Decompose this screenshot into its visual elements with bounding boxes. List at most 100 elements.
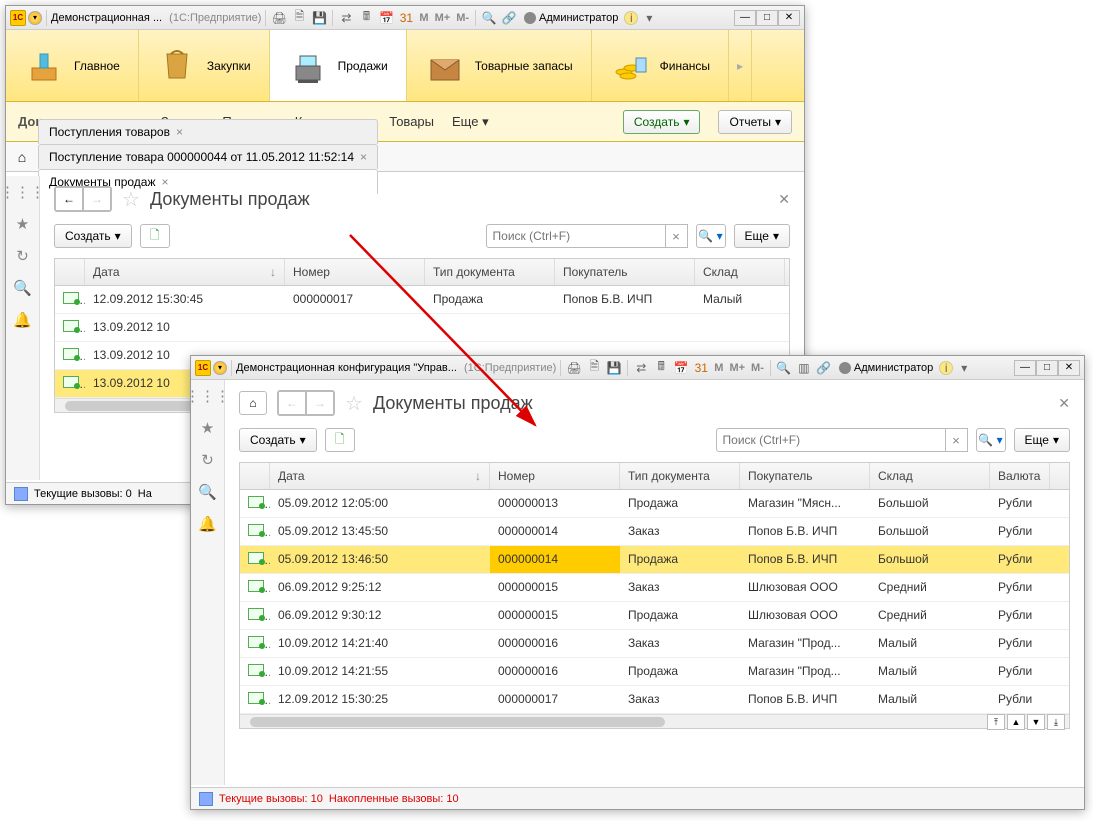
minimize-button[interactable]: — <box>1014 360 1036 376</box>
nav-more-icon[interactable]: ▸ <box>729 30 752 101</box>
apps-icon[interactable]: ⋮⋮⋮ <box>198 386 218 406</box>
calc-icon[interactable]: 🖩 <box>652 359 670 377</box>
tab-close-icon[interactable]: × <box>360 150 367 164</box>
table-row[interactable]: 12.09.2012 15:30:25000000017ЗаказПопов Б… <box>240 686 1069 714</box>
clear-search-button[interactable]: × <box>946 428 968 452</box>
goto-down-button[interactable]: ▼ <box>1027 714 1045 730</box>
subnav-link[interactable]: Еще <box>452 114 489 129</box>
goto-up-button[interactable]: ▲ <box>1007 714 1025 730</box>
mplus-button[interactable]: M+ <box>433 12 453 24</box>
tab[interactable]: Поступления товаров× <box>38 119 378 144</box>
table-row[interactable]: 13.09.2012 10 <box>55 314 789 342</box>
preview-icon[interactable]: 🗎 <box>290 9 308 27</box>
goto-last-button[interactable]: ⤓ <box>1047 714 1065 730</box>
nav-item-2[interactable]: Продажи <box>270 30 407 101</box>
column-header[interactable]: Покупатель <box>555 259 695 285</box>
search-icon[interactable]: 🔍 <box>198 482 218 502</box>
search-button[interactable]: 🔍 ▾ <box>696 224 726 248</box>
table-row[interactable]: 10.09.2012 14:21:55000000016ПродажаМагаз… <box>240 658 1069 686</box>
nav-item-0[interactable]: Главное <box>6 30 139 101</box>
m-button[interactable]: M <box>417 12 430 24</box>
info-icon[interactable]: i <box>939 361 953 375</box>
column-header[interactable]: Склад <box>870 463 990 489</box>
search-input[interactable] <box>716 428 946 452</box>
m-button[interactable]: M <box>712 362 725 374</box>
copy-button[interactable]: 🗋 <box>325 428 355 452</box>
table-row[interactable]: 05.09.2012 13:45:50000000014ЗаказПопов Б… <box>240 518 1069 546</box>
search-input[interactable] <box>486 224 666 248</box>
table-row[interactable]: 05.09.2012 12:05:00000000013ПродажаМагаз… <box>240 490 1069 518</box>
compare-icon[interactable]: ⇄ <box>632 359 650 377</box>
subnav-link[interactable]: Товары <box>389 114 434 129</box>
table-row[interactable]: 10.09.2012 14:21:40000000016ЗаказМагазин… <box>240 630 1069 658</box>
preview-icon[interactable]: 🗎 <box>585 359 603 377</box>
zoom-icon[interactable]: 🔍 <box>775 359 793 377</box>
history-icon[interactable]: ↻ <box>198 450 218 470</box>
table-row[interactable]: 05.09.2012 13:46:50000000014ПродажаПопов… <box>240 546 1069 574</box>
more-button[interactable]: Еще ▾ <box>734 224 790 248</box>
tab-close-icon[interactable]: × <box>176 125 183 139</box>
table-row[interactable]: 06.09.2012 9:25:12000000015ЗаказШлюзовая… <box>240 574 1069 602</box>
column-header[interactable]: Покупатель <box>740 463 870 489</box>
minimize-button[interactable]: — <box>734 10 756 26</box>
home-icon[interactable]: ⌂ <box>10 145 34 169</box>
link-icon[interactable]: 🔗 <box>815 359 833 377</box>
more-dropdown-icon[interactable]: ▾ <box>640 9 658 27</box>
dropdown-icon[interactable]: ▾ <box>213 361 227 375</box>
back-button[interactable]: ← <box>278 391 306 415</box>
calendar31-icon[interactable]: 31 <box>397 9 415 27</box>
forward-button[interactable]: → <box>83 187 111 211</box>
favorite-star-icon[interactable]: ☆ <box>345 391 363 416</box>
create-button-2[interactable]: Создать ▾ <box>54 224 132 248</box>
user-badge[interactable]: Администратор <box>835 362 937 374</box>
column-header[interactable]: Тип документа <box>620 463 740 489</box>
column-header[interactable]: Дата <box>85 259 285 285</box>
table-row[interactable]: 12.09.2012 15:30:45000000017ПродажаПопов… <box>55 286 789 314</box>
save-icon[interactable]: 💾 <box>310 9 328 27</box>
column-header[interactable]: Тип документа <box>425 259 555 285</box>
calc-icon[interactable]: 🖩 <box>357 9 375 27</box>
back-button[interactable]: ← <box>55 187 83 211</box>
close-page-icon[interactable]: ✕ <box>778 191 790 208</box>
reports-button[interactable]: Отчеты ▾ <box>718 110 792 134</box>
nav-item-3[interactable]: Товарные запасы <box>407 30 592 101</box>
table-row[interactable]: 06.09.2012 9:30:12000000015ПродажаШлюзов… <box>240 602 1069 630</box>
nav-item-1[interactable]: Закупки <box>139 30 270 101</box>
save-icon[interactable]: 💾 <box>605 359 623 377</box>
apps-icon[interactable]: ⋮⋮⋮ <box>13 182 33 202</box>
calendar31-icon[interactable]: 31 <box>692 359 710 377</box>
create-button[interactable]: Создать ▾ <box>623 110 701 134</box>
create-button[interactable]: Создать ▾ <box>239 428 317 452</box>
h-scrollbar[interactable]: ⤒ ▲ ▼ ⤓ <box>240 714 1069 728</box>
link-icon[interactable]: 🔗 <box>500 9 518 27</box>
clear-search-button[interactable]: × <box>666 224 688 248</box>
mplus-button[interactable]: M+ <box>727 362 747 374</box>
compare-icon[interactable]: ⇄ <box>337 9 355 27</box>
home-button[interactable]: ⌂ <box>239 391 267 415</box>
column-header[interactable]: Номер <box>285 259 425 285</box>
bell-icon[interactable]: 🔔 <box>13 310 33 330</box>
user-badge[interactable]: Администратор <box>520 12 622 24</box>
close-page-icon[interactable]: ✕ <box>1058 395 1070 412</box>
column-header[interactable]: Номер <box>490 463 620 489</box>
print-icon[interactable]: 🖨 <box>565 359 583 377</box>
column-header[interactable]: Дата <box>270 463 490 489</box>
maximize-button[interactable]: □ <box>1036 360 1058 376</box>
search-icon[interactable]: 🔍 <box>13 278 33 298</box>
forward-button[interactable]: → <box>306 391 334 415</box>
favorite-star-icon[interactable]: ☆ <box>122 187 140 212</box>
copy-button[interactable]: 🗋 <box>140 224 170 248</box>
history-icon[interactable]: ↻ <box>13 246 33 266</box>
dropdown-icon[interactable]: ▾ <box>28 11 42 25</box>
print-icon[interactable]: 🖨 <box>270 9 288 27</box>
maximize-button[interactable]: □ <box>756 10 778 26</box>
goto-first-button[interactable]: ⤒ <box>987 714 1005 730</box>
star-icon[interactable]: ★ <box>13 214 33 234</box>
info-icon[interactable]: i <box>624 11 638 25</box>
layout-icon[interactable]: ▥ <box>795 359 813 377</box>
tab[interactable]: Поступление товара 000000044 от 11.05.20… <box>38 144 378 169</box>
nav-item-4[interactable]: Финансы <box>592 30 729 101</box>
calendar-icon[interactable]: 📅 <box>672 359 690 377</box>
zoom-icon[interactable]: 🔍 <box>480 9 498 27</box>
more-dropdown-icon[interactable]: ▾ <box>955 359 973 377</box>
